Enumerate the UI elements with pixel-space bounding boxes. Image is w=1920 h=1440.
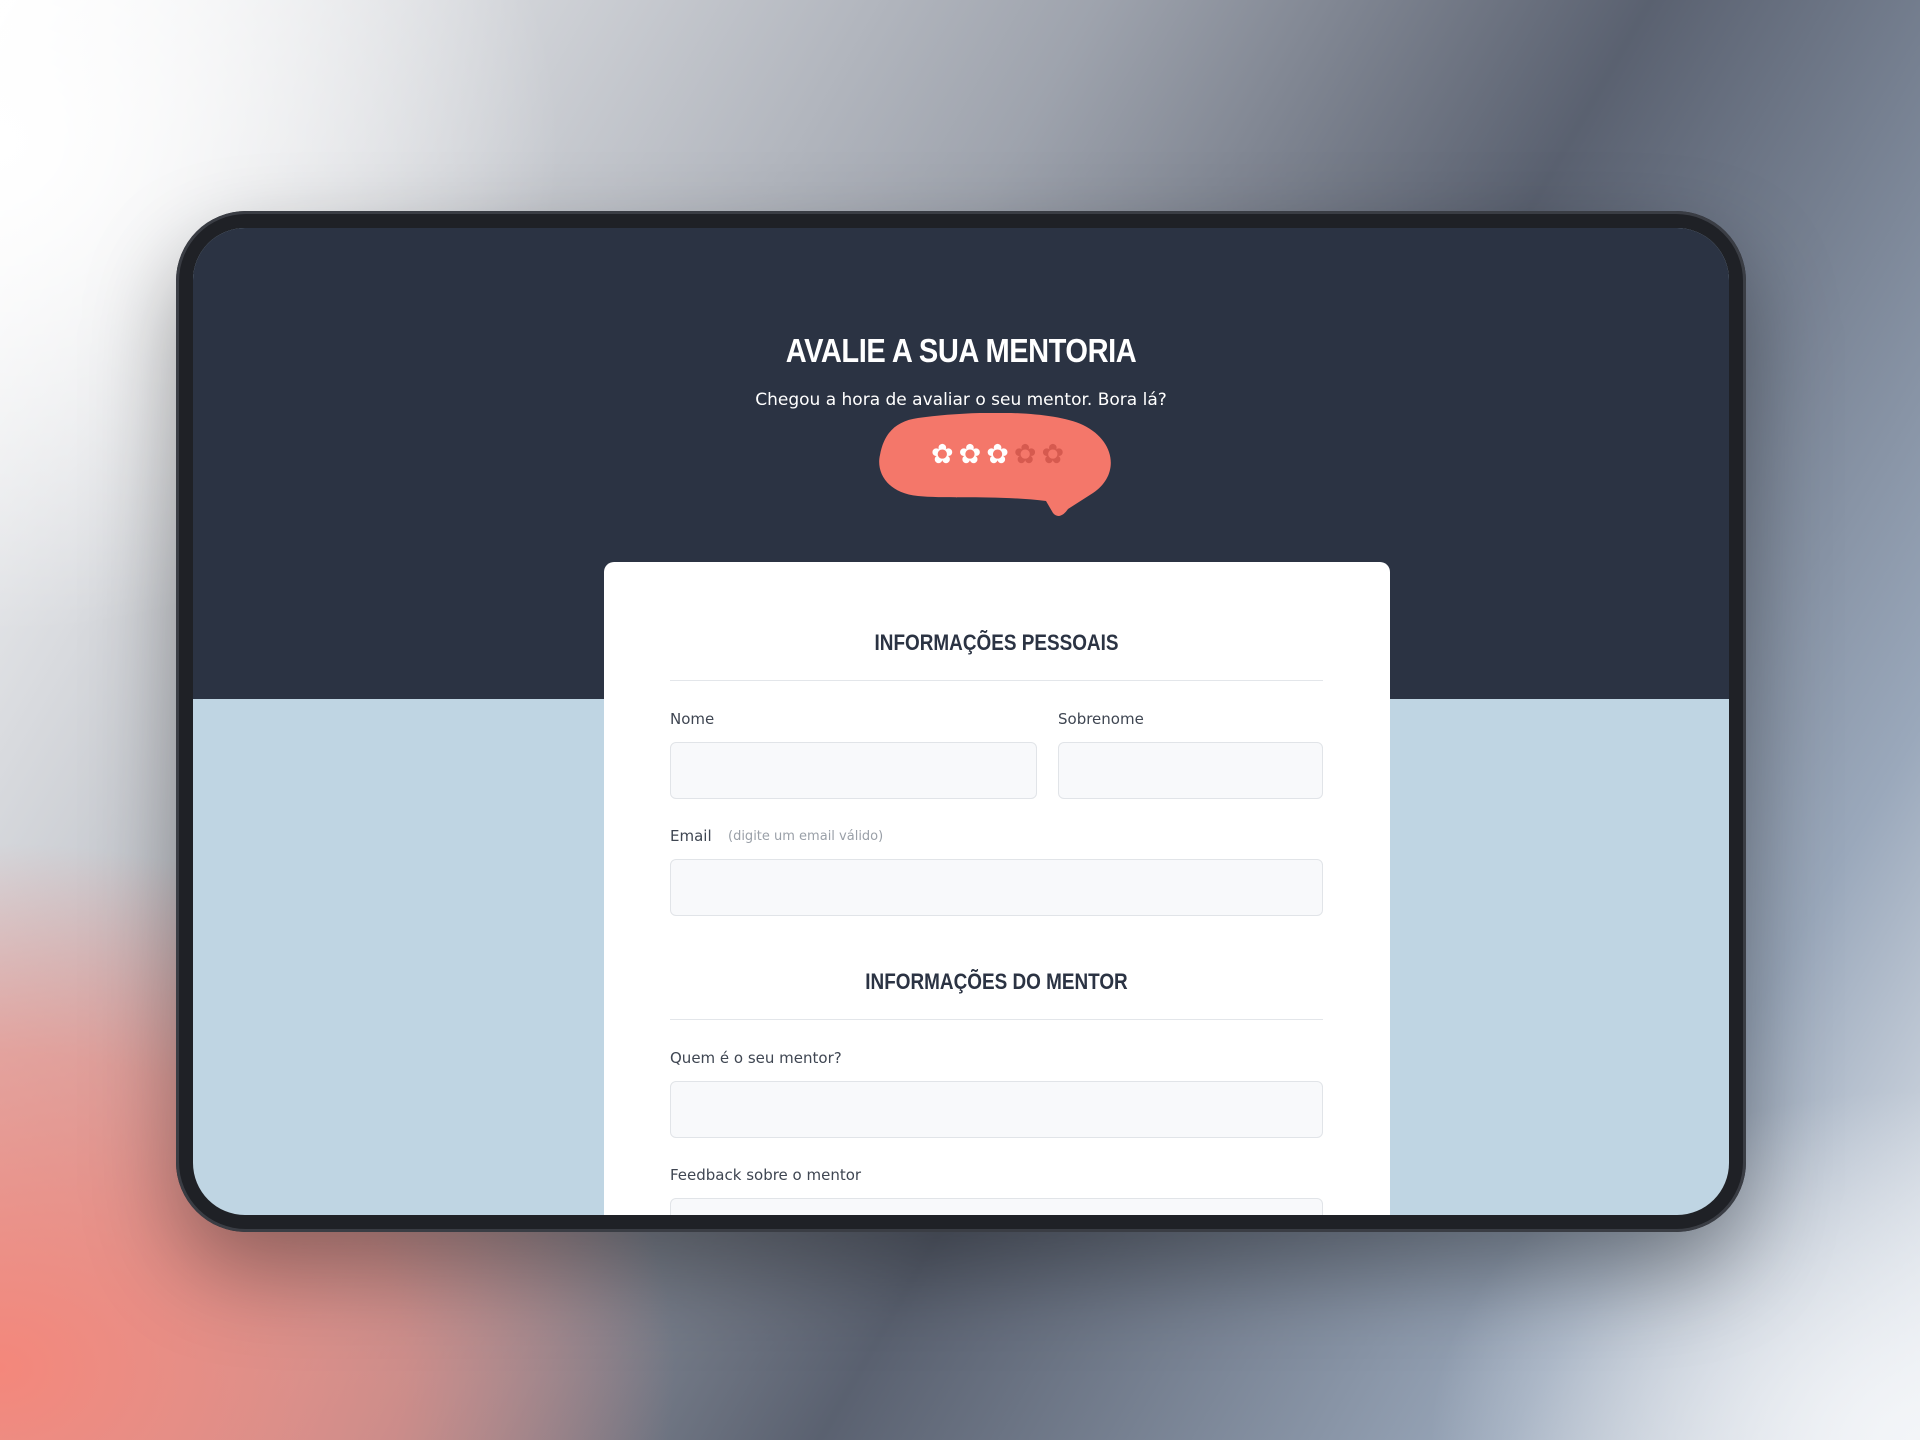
last-name-label: Sobrenome [1058,710,1144,728]
personal-section-title: INFORMAÇÕES PESSOAIS [874,630,1119,655]
mentor-field[interactable] [670,1081,1323,1138]
email-label: Email [670,827,712,845]
divider [670,680,1323,681]
first-name-label: Nome [670,710,715,728]
star-icon[interactable]: ✿ [1014,441,1037,468]
form-card: INFORMAÇÕES PESSOAIS Nome Sobrenome Emai… [604,562,1390,1215]
star-rating[interactable]: ✿ ✿ ✿ ✿ ✿ [931,441,1064,468]
device-frame: AVALIE A SUA MENTORIA Chegou a hora de a… [176,211,1746,1232]
star-icon[interactable]: ✿ [931,441,954,468]
first-name-field[interactable] [670,742,1037,799]
last-name-field[interactable] [1058,742,1323,799]
star-icon[interactable]: ✿ [986,441,1009,468]
page-subtitle: Chegou a hora de avaliar o seu mentor. B… [755,390,1167,410]
page-title: AVALIE A SUA MENTORIA [785,332,1137,369]
browser-screen: AVALIE A SUA MENTORIA Chegou a hora de a… [193,228,1729,1215]
divider [670,1019,1323,1020]
feedback-field[interactable] [670,1198,1323,1215]
mentor-section-title: INFORMAÇÕES DO MENTOR [865,969,1128,994]
email-field[interactable] [670,859,1323,916]
star-icon[interactable]: ✿ [1042,441,1065,468]
email-hint: (digite um email válido) [728,829,884,844]
feedback-label: Feedback sobre o mentor [670,1166,862,1184]
mentor-label: Quem é o seu mentor? [670,1049,842,1067]
star-icon[interactable]: ✿ [959,441,982,468]
